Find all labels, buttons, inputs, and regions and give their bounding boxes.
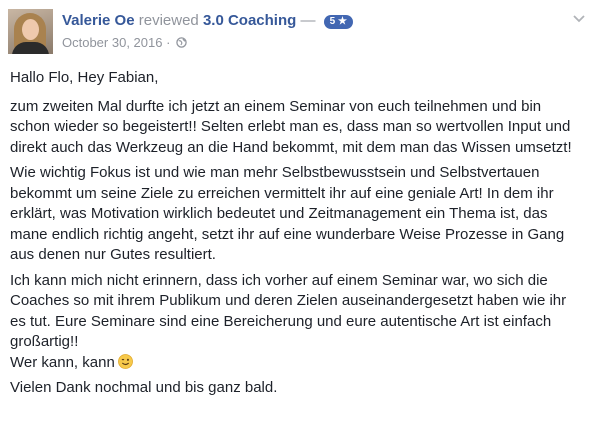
review-paragraph-5: Vielen Dank nochmal und bis ganz bald.: [10, 379, 278, 396]
review-date-link[interactable]: October 30, 2016: [62, 35, 162, 50]
page-name-link[interactable]: 3.0 Coaching: [203, 12, 296, 29]
chevron-down-icon[interactable]: [572, 11, 586, 25]
wink-emoji-icon: [117, 353, 133, 369]
rating-badge: 5 ★: [323, 15, 353, 29]
avatar[interactable]: [8, 9, 53, 54]
review-paragraph-2: Wie wichtig Fokus ist und wie man mehr S…: [10, 164, 565, 263]
review-paragraph-4-text: Wer kann, kann: [10, 353, 115, 371]
globe-icon[interactable]: [176, 37, 187, 48]
review-paragraph-4: Wer kann, kann: [10, 353, 585, 374]
date-separator: ·: [166, 35, 171, 50]
review-paragraph-3: Ich kann mich nicht erinnern, dass ich v…: [10, 271, 567, 351]
review-paragraph-1: zum zweiten Mal durfte ich jetzt an eine…: [10, 97, 572, 156]
review-body: Hallo Flo, Hey Fabian, zum zweiten Mal d…: [10, 68, 585, 404]
author-name-link[interactable]: Valerie Oe: [62, 12, 135, 29]
review-verb: reviewed: [138, 12, 199, 29]
review-header: Valerie Oe reviewed 3.0 Coaching — 5 ★ O…: [8, 9, 592, 57]
review-meta: October 30, 2016 ·: [62, 35, 187, 51]
review-greeting: Hallo Flo, Hey Fabian,: [10, 69, 159, 86]
title-separator: —: [300, 12, 316, 29]
review-title: Valerie Oe reviewed 3.0 Coaching — 5 ★: [62, 12, 353, 30]
